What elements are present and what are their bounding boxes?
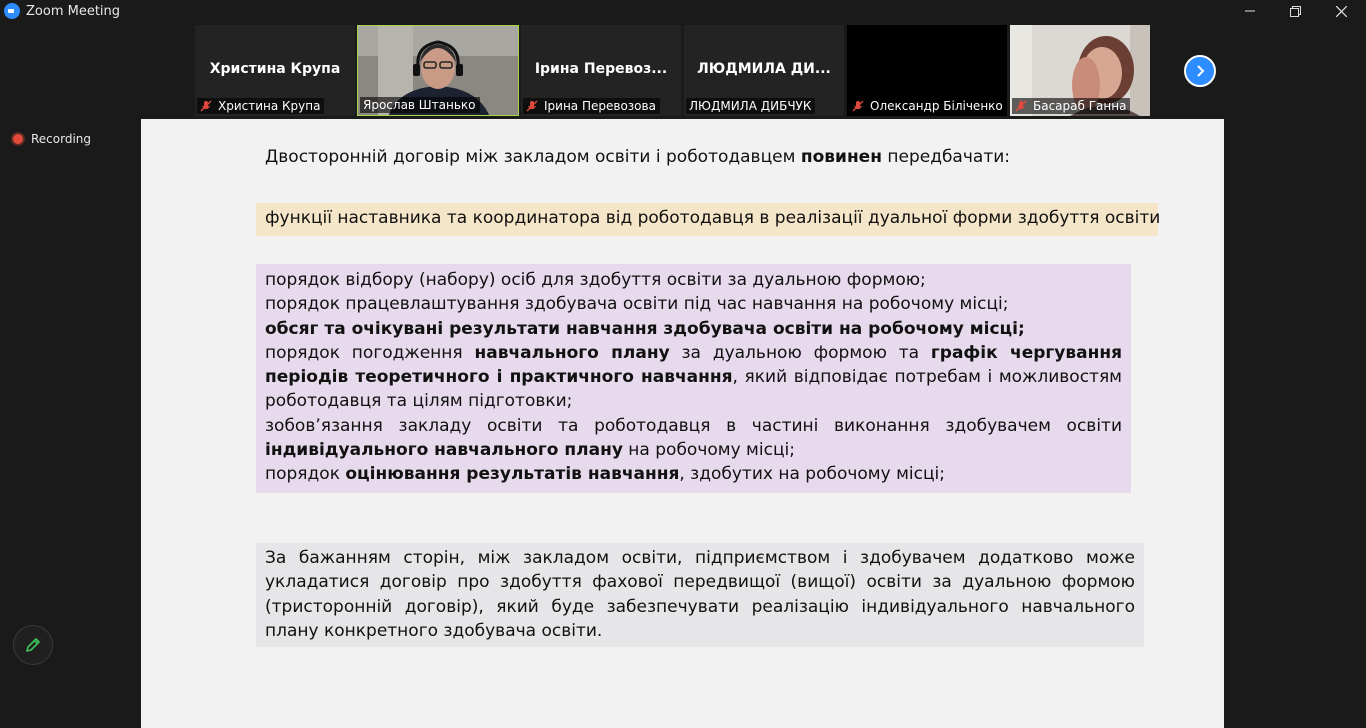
slide-list-box: порядок відбору (набору) осіб для здобут… — [256, 264, 1131, 493]
participant-name-label: Ірина Перевозова — [523, 98, 660, 114]
participant-name-label: Басараб Ганна — [1012, 98, 1131, 114]
participant-name-label: Христина Крупа — [197, 98, 325, 114]
shared-screen-slide: Двосторонній договір між закладом освіти… — [141, 119, 1224, 728]
participant-name-label: Олександр Біліченко — [849, 98, 1007, 114]
chevron-right-icon — [1197, 65, 1205, 77]
restore-icon — [1289, 5, 1301, 17]
slide-note-box: За бажанням сторін, між закладом освіти,… — [256, 543, 1144, 647]
close-button[interactable] — [1318, 0, 1364, 22]
recording-indicator[interactable]: Recording — [11, 131, 91, 147]
window-title: Zoom Meeting — [26, 3, 121, 19]
slide-list-item: порядок працевлаштування здобувача освіт… — [265, 294, 1009, 315]
participant-display-name: Ірина Перевоз... — [534, 61, 668, 77]
restore-button[interactable] — [1272, 0, 1318, 22]
participant-tile[interactable]: Басараб Ганна — [1010, 25, 1150, 116]
muted-mic-icon — [1015, 100, 1027, 112]
participant-tile[interactable]: Христина Крупа Христина Крупа — [195, 25, 355, 116]
slide-list-item: обсяг та очікувані результати навчання з… — [265, 318, 1025, 339]
title-bar: Zoom Meeting — [0, 0, 1366, 22]
slide-list-item: порядок погодження навчального плану за … — [265, 342, 1123, 412]
next-page-button[interactable] — [1184, 55, 1216, 87]
participant-gallery: Христина Крупа Христина Крупа Ярослав Шт… — [0, 22, 1366, 119]
participant-tile-active-speaker[interactable]: Ярослав Штанько — [357, 25, 519, 116]
participant-name-label: ЛЮДМИЛА ДИБЧУК — [686, 98, 816, 114]
participant-display-name: Христина Крупа — [209, 61, 341, 77]
pencil-icon — [26, 638, 40, 652]
annotate-button[interactable] — [13, 625, 53, 665]
muted-mic-icon — [852, 100, 864, 112]
slide-heading: Двосторонній договір між закладом освіти… — [265, 147, 1010, 167]
zoom-logo-icon — [4, 3, 20, 19]
participant-tile[interactable]: ЛЮДМИЛА ДИ... ЛЮДМИЛА ДИБЧУК — [684, 25, 844, 116]
minimize-button[interactable] — [1227, 0, 1273, 22]
muted-mic-icon — [200, 100, 212, 112]
participant-tile[interactable]: Ірина Перевоз... Ірина Перевозова — [521, 25, 681, 116]
participant-display-name: ЛЮДМИЛА ДИ... — [697, 61, 831, 77]
slide-list-item: порядок оцінювання результатів навчання,… — [265, 464, 945, 485]
recording-label: Recording — [31, 132, 92, 146]
participant-name-label: Ярослав Штанько — [360, 97, 480, 113]
participant-tile[interactable]: Олександр Біліченко — [847, 25, 1007, 116]
minimize-icon — [1245, 10, 1255, 12]
slide-highlight-box: функції наставника та координатора від р… — [256, 203, 1160, 236]
slide-list-item: порядок відбору (набору) осіб для здобут… — [265, 270, 926, 290]
close-icon — [1335, 5, 1347, 17]
recording-dot-icon — [11, 132, 25, 146]
muted-mic-icon — [526, 100, 538, 112]
slide-list-item: зобов’язання закладу освіти та роботодав… — [265, 415, 1122, 461]
